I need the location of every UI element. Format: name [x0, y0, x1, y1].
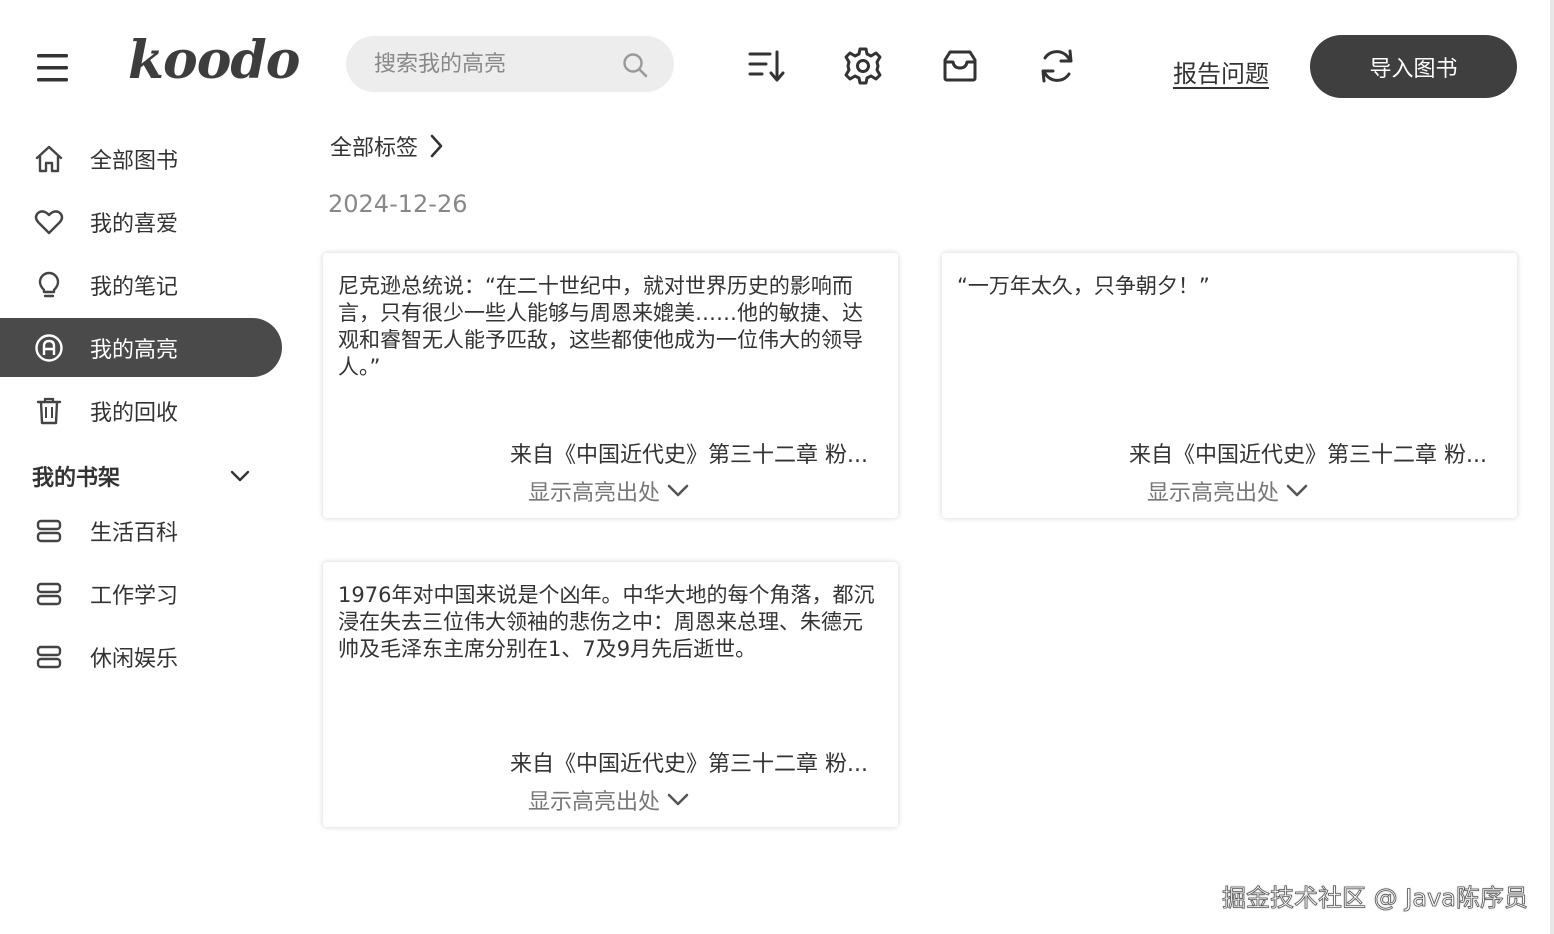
sidebar-item-favorites[interactable]: 我的喜爱: [0, 192, 282, 251]
date-heading: 2024-12-26: [328, 190, 468, 218]
sort-icon[interactable]: [746, 46, 786, 86]
chevron-down-icon: [667, 484, 689, 497]
shelf-item-life[interactable]: 生活百科: [0, 501, 282, 560]
highlight-card: 1976年对中国来说是个凶年。中华大地的每个角落，都沉浸在失去三位伟大领袖的悲伤…: [323, 562, 898, 827]
search-box: [346, 36, 674, 92]
shelf-icon: [36, 582, 62, 605]
app-logo: koodo: [128, 30, 300, 91]
chevron-down-icon: [667, 793, 689, 806]
show-source-label: 显示高亮出处: [1147, 481, 1280, 506]
app-header: koodo 报告问题 导入图书: [0, 0, 1554, 120]
hamburger-menu-icon[interactable]: [34, 50, 72, 86]
inbox-icon[interactable]: [940, 46, 980, 86]
highlight-card: “一万年太久，只争朝夕！” 来自《中国近代史》第三十二章 粉... 显示高亮出处: [942, 253, 1517, 518]
chevron-down-icon: [1286, 484, 1308, 497]
sidebar-item-trash[interactable]: 我的回收: [0, 381, 282, 440]
bookshelf-title: 我的书架: [32, 466, 121, 491]
sidebar-item-label: 我的高亮: [90, 337, 179, 363]
sidebar-item-all-books[interactable]: 全部图书: [0, 129, 282, 188]
show-source-label: 显示高亮出处: [528, 790, 661, 815]
shelf-icon: [36, 519, 62, 542]
highlight-source: 来自《中国近代史》第三十二章 粉...: [510, 443, 868, 468]
sidebar-item-highlights[interactable]: 我的高亮: [0, 318, 282, 377]
import-books-button[interactable]: 导入图书: [1310, 35, 1517, 98]
home-icon: [35, 145, 63, 172]
window-edge: [1550, 0, 1554, 934]
shelf-item-work[interactable]: 工作学习: [0, 564, 282, 623]
show-source-button[interactable]: 显示高亮出处: [1147, 475, 1309, 507]
search-icon[interactable]: [622, 52, 648, 78]
sync-icon[interactable]: [1037, 46, 1077, 86]
watermark-text: 掘金技术社区 @ Java陈序员: [1222, 884, 1529, 913]
show-source-button[interactable]: 显示高亮出处: [528, 784, 690, 816]
gear-icon[interactable]: [843, 46, 883, 86]
shelf-item-label: 工作学习: [90, 583, 179, 609]
sidebar-item-label: 我的笔记: [90, 274, 179, 300]
search-input[interactable]: [374, 36, 624, 92]
breadcrumb-label: 全部标签: [330, 136, 419, 161]
highlight-card: 尼克逊总统说：“在二十世纪中，就对世界历史的影响而言，只有很少一些人能够与周恩来…: [323, 253, 898, 518]
sidebar-item-label: 全部图书: [90, 148, 179, 174]
breadcrumb[interactable]: 全部标签: [330, 130, 444, 162]
show-source-button[interactable]: 显示高亮出处: [528, 475, 690, 507]
show-source-label: 显示高亮出处: [528, 481, 661, 506]
shelf-item-label: 休闲娱乐: [90, 646, 179, 672]
lightbulb-icon: [38, 271, 60, 297]
shelf-item-leisure[interactable]: 休闲娱乐: [0, 627, 282, 686]
chevron-right-icon: [430, 134, 443, 158]
report-issue-link[interactable]: 报告问题: [1173, 54, 1269, 89]
trash-icon: [36, 397, 62, 424]
sidebar-item-label: 我的喜爱: [90, 211, 179, 237]
highlight-text: 1976年对中国来说是个凶年。中华大地的每个角落，都沉浸在失去三位伟大领袖的悲伤…: [338, 583, 875, 661]
highlight-text: “一万年太久，只争朝夕！”: [957, 274, 1210, 298]
highlight-icon: [35, 333, 63, 362]
heart-icon: [34, 209, 64, 234]
chevron-down-icon[interactable]: [228, 464, 252, 488]
shelf-icon: [36, 645, 62, 668]
highlight-source: 来自《中国近代史》第三十二章 粉...: [1129, 443, 1487, 468]
highlight-source: 来自《中国近代史》第三十二章 粉...: [510, 752, 868, 777]
highlight-text: 尼克逊总统说：“在二十世纪中，就对世界历史的影响而言，只有很少一些人能够与周恩来…: [338, 274, 863, 379]
sidebar-item-notes[interactable]: 我的笔记: [0, 255, 282, 314]
shelf-item-label: 生活百科: [90, 520, 179, 546]
sidebar-item-label: 我的回收: [90, 400, 179, 426]
